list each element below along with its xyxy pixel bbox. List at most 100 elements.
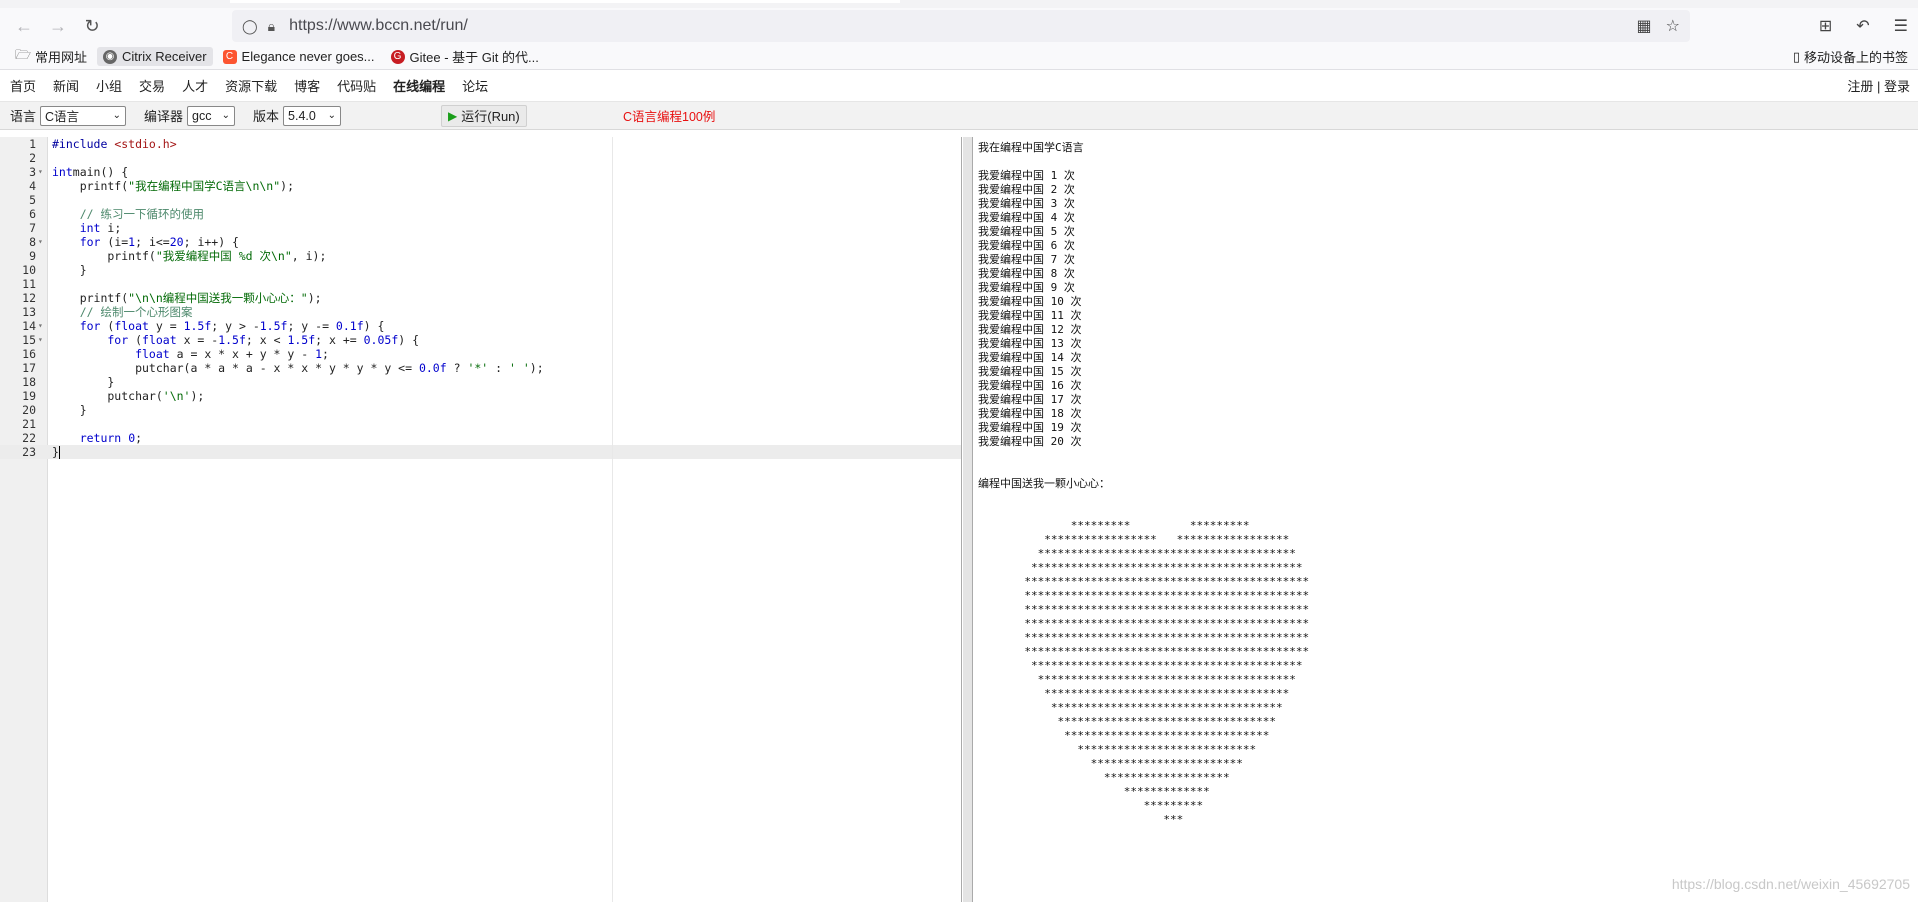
forward-icon[interactable]: → (44, 12, 72, 40)
address-bar[interactable]: ◯ 🔒︎ https://www.bccn.net/run/ ▦ ☆ (232, 10, 1690, 42)
code-line[interactable]: 8 ▾ for (i=1; i<=20; i++) { (0, 235, 960, 249)
code-line[interactable]: 16 float a = x * x + y * y - 1; (0, 347, 960, 361)
code-text: float a = x * x + y * y - 1; (52, 347, 329, 361)
line-number: 7 (29, 221, 36, 235)
code-line[interactable]: 2 (0, 151, 960, 165)
code-line[interactable]: 4 printf("我在编程中国学C语言\n\n"); (0, 179, 960, 193)
nav-downloads[interactable]: 资源下载 (225, 76, 277, 95)
nav-trade[interactable]: 交易 (139, 76, 165, 95)
nav-talent[interactable]: 人才 (182, 76, 208, 95)
line-number: 21 (22, 417, 36, 431)
nav-forum[interactable]: 论坛 (462, 76, 488, 95)
code-line[interactable]: 6 // 练习一下循环的使用 (0, 207, 960, 221)
code-text: for (i=1; i<=20; i++) { (52, 235, 239, 249)
active-tab[interactable] (230, 0, 900, 3)
reload-icon[interactable]: ↻ (78, 12, 106, 40)
bookmark-label: Gitee - 基于 Git 的代... (409, 50, 539, 65)
line-number: 8 (29, 235, 36, 249)
nav-online-coding[interactable]: 在线编程 (393, 76, 445, 95)
code-line[interactable]: 17 putchar(a * a * a - x * x * y * y * y… (0, 361, 960, 375)
code-line[interactable]: 22 return 0; (0, 431, 960, 445)
nav-news[interactable]: 新闻 (53, 76, 79, 95)
auth-links: 注册 | 登录 (1847, 76, 1910, 95)
code-line[interactable]: 23} (0, 445, 960, 459)
program-output: 我在编程中国学C语言 我爱编程中国 1 次 我爱编程中国 2 次 我爱编程中国 … (978, 141, 1310, 826)
register-link[interactable]: 注册 (1847, 79, 1873, 94)
undo-icon[interactable]: ↶ (1856, 16, 1869, 36)
panel-splitter[interactable] (963, 137, 973, 902)
line-number: 17 (22, 361, 36, 375)
code-line[interactable]: 5 (0, 193, 960, 207)
site-navigation: 首页 新闻 小组 交易 人才 资源下载 博客 代码贴 在线编程 论坛 注册 | … (0, 70, 1918, 102)
version-label: 版本 (253, 109, 280, 124)
code-line[interactable]: 11 (0, 277, 960, 291)
qr-code-icon[interactable]: ▦ (1637, 16, 1652, 36)
code-line[interactable]: 21 (0, 417, 960, 431)
compiler-select[interactable]: gcc ⌄ (187, 105, 236, 126)
code-text: printf("\n\n编程中国送我一颗小心心："); (52, 291, 322, 305)
line-number: 1 (29, 137, 36, 151)
line-number: 16 (22, 347, 36, 361)
code-line[interactable]: 15 ▾ for (float x = -1.5f; x < 1.5f; x +=… (0, 333, 960, 347)
nav-home[interactable]: 首页 (10, 76, 36, 95)
version-value: 5.4.0 (288, 108, 316, 123)
tab-strip (0, 0, 1918, 8)
code-text: } (52, 263, 87, 277)
code-line[interactable]: 3 ▾ intmain() { (0, 165, 960, 179)
code-line[interactable]: 10 } (0, 263, 960, 277)
bookmark-citrix[interactable]: ◉ Citrix Receiver (97, 47, 213, 66)
mobile-bookmarks[interactable]: ▯ 移动设备上的书签 (1793, 47, 1908, 66)
code-text: printf("我在编程中国学C语言\n\n"); (52, 179, 294, 193)
line-number: 3 (29, 165, 36, 179)
code-text: } (52, 445, 60, 459)
line-number: 4 (29, 179, 36, 193)
bookmark-star-icon[interactable]: ☆ (1666, 16, 1680, 36)
code-line[interactable]: 1 #include <stdio.h> (0, 137, 960, 151)
bookmark-gitee[interactable]: G Gitee - 基于 Git 的代... (385, 45, 545, 68)
run-toolbar: 语言 C语言 ⌄ 编译器 gcc ⌄ 版本 5.4.0 ⌄ ▶ 运行(Run) … (0, 102, 1918, 130)
line-number: 15 (22, 333, 36, 347)
shield-icon[interactable]: ◯ (242, 18, 258, 35)
bookmark-folder[interactable]: 🗁︎ 常用网址 (10, 45, 93, 68)
line-number: 19 (22, 389, 36, 403)
c-examples-link[interactable]: C语言编程100例 (623, 106, 715, 125)
code-line[interactable]: 9 printf("我爱编程中国 %d 次\n", i); (0, 249, 960, 263)
code-text: int i; (52, 221, 122, 235)
code-line[interactable]: 19 putchar('\n'); (0, 389, 960, 403)
code-editor[interactable]: 1 #include <stdio.h> 2 3 ▾ intmain() {4 print… (0, 137, 962, 902)
line-number: 2 (29, 151, 36, 165)
code-line[interactable]: 18 } (0, 375, 960, 389)
menu-icon[interactable]: ☰ (1894, 16, 1908, 36)
line-number: 18 (22, 375, 36, 389)
url-text[interactable]: https://www.bccn.net/run/ (289, 17, 468, 35)
login-link[interactable]: 登录 (1884, 79, 1910, 94)
fold-arrow-icon[interactable]: ▾ (38, 235, 43, 249)
code-line[interactable]: 13 // 绘制一个心形图案 (0, 305, 960, 319)
run-button[interactable]: ▶ 运行(Run) (441, 104, 527, 127)
language-select[interactable]: C语言 ⌄ (40, 105, 127, 126)
code-text: // 绘制一个心形图案 (52, 305, 193, 319)
line-number: 6 (29, 207, 36, 221)
code-line[interactable]: 7 int i; (0, 221, 960, 235)
fold-arrow-icon[interactable]: ▾ (38, 165, 43, 179)
run-button-label: 运行(Run) (461, 109, 520, 124)
version-select[interactable]: 5.4.0 ⌄ (283, 105, 342, 126)
nav-code-paste[interactable]: 代码贴 (337, 76, 376, 95)
line-number: 14 (22, 319, 36, 333)
back-icon[interactable]: ← (10, 12, 38, 40)
code-line[interactable]: 12 printf("\n\n编程中国送我一颗小心心："); (0, 291, 960, 305)
fold-arrow-icon[interactable]: ▾ (38, 319, 43, 333)
nav-blog[interactable]: 博客 (294, 76, 320, 95)
line-number: 12 (22, 291, 36, 305)
code-text: #include <stdio.h> (52, 137, 177, 151)
bookmark-csdn[interactable]: C Elegance never goes... (217, 47, 381, 66)
code-line[interactable]: 20 } (0, 403, 960, 417)
line-number: 11 (22, 277, 36, 291)
gitee-icon: G (390, 49, 405, 64)
fold-arrow-icon[interactable]: ▾ (38, 333, 43, 347)
lock-icon[interactable]: 🔒︎ (268, 18, 275, 35)
crop-icon[interactable]: ⊞ (1819, 16, 1832, 36)
line-number: 9 (29, 249, 36, 263)
nav-groups[interactable]: 小组 (96, 76, 122, 95)
code-line[interactable]: 14 ▾ for (float y = 1.5f; y > -1.5f; y -=… (0, 319, 960, 333)
